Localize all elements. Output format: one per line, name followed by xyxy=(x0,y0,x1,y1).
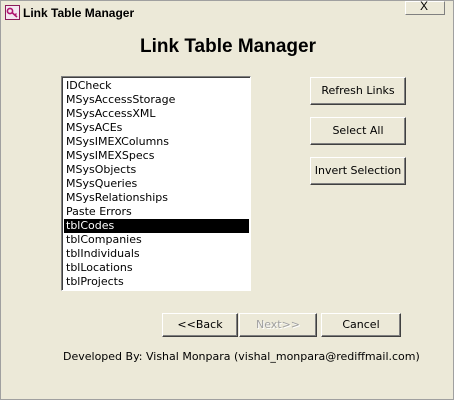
list-item[interactable]: MSysObjects xyxy=(64,163,249,177)
list-item[interactable]: MSysAccessStorage xyxy=(64,93,249,107)
list-item[interactable]: tblIndividuals xyxy=(64,247,249,261)
list-item[interactable]: MSysIMEXSpecs xyxy=(64,149,249,163)
select-all-button[interactable]: Select All xyxy=(310,117,406,145)
refresh-links-button[interactable]: Refresh Links xyxy=(310,77,406,105)
table-listbox[interactable]: IDCheck MSysAccessStorage MSysAccessXML MSy… xyxy=(61,76,251,291)
list-item[interactable]: IDCheck xyxy=(64,79,249,93)
list-item[interactable]: MSysIMEXColumns xyxy=(64,135,249,149)
back-button[interactable]: <<Back xyxy=(162,313,238,337)
close-button[interactable]: X xyxy=(405,0,445,15)
list-item[interactable]: MSysRelationships xyxy=(64,191,249,205)
link-table-manager-window: Link Table Manager X Link Table Manager … xyxy=(0,0,454,400)
list-item[interactable]: tblProjects xyxy=(64,275,249,289)
page-title: Link Table Manager xyxy=(140,36,316,57)
list-item[interactable]: MSysACEs xyxy=(64,121,249,135)
list-item[interactable]: tblLocations xyxy=(64,261,249,275)
list-item[interactable]: MSysAccessXML xyxy=(64,107,249,121)
window-title: Link Table Manager xyxy=(23,6,135,20)
close-icon: X xyxy=(420,0,429,13)
list-item[interactable]: MSysQueries xyxy=(64,177,249,191)
key-icon xyxy=(5,5,20,20)
list-item[interactable]: tblCodes xyxy=(64,219,249,233)
cancel-button[interactable]: Cancel xyxy=(321,313,401,337)
next-button[interactable]: Next>> xyxy=(239,313,317,337)
title-bar: Link Table Manager X xyxy=(1,0,453,25)
list-item[interactable]: Paste Errors xyxy=(64,205,249,219)
developer-credit: Developed By: Vishal Monpara (vishal_mon… xyxy=(63,350,420,363)
list-item[interactable]: tblCompanies xyxy=(64,233,249,247)
invert-selection-button[interactable]: Invert Selection xyxy=(310,157,406,185)
